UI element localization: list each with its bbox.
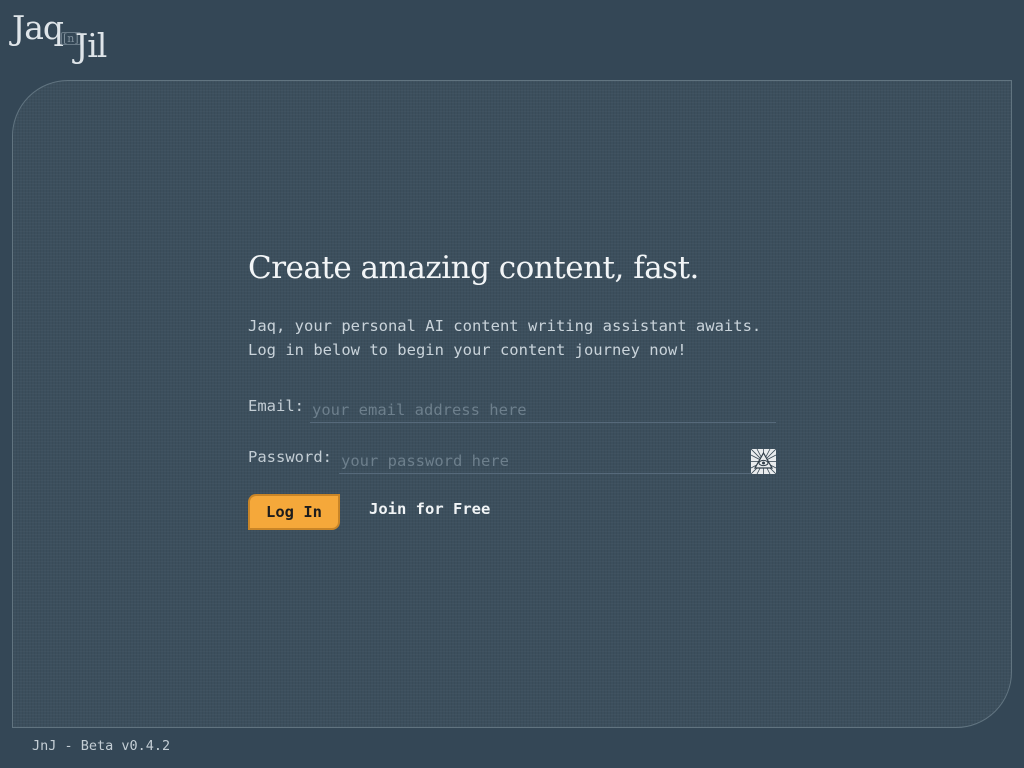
join-for-free-link[interactable]: Join for Free xyxy=(369,500,490,518)
login-button[interactable]: Log In xyxy=(248,494,340,530)
password-field[interactable] xyxy=(339,448,751,474)
page-title: Create amazing content, fast. xyxy=(248,250,699,286)
email-label: Email: xyxy=(248,397,304,415)
intro-text: Jaq, your personal AI content writing as… xyxy=(248,314,761,362)
show-password-toggle[interactable] xyxy=(750,448,777,475)
app-logo[interactable]: Jaq [n] Jil xyxy=(12,8,122,68)
intro-line: Log in below to begin your content journ… xyxy=(248,341,687,359)
eye-pyramid-icon xyxy=(750,448,777,475)
logo-jil-text: Jil xyxy=(75,26,107,65)
logo-jaq-text: Jaq xyxy=(12,8,64,47)
intro-line: Jaq, your personal AI content writing as… xyxy=(248,317,762,335)
email-field[interactable] xyxy=(310,397,776,423)
password-label: Password: xyxy=(248,448,332,466)
version-label: JnJ - Beta v0.4.2 xyxy=(32,738,171,754)
